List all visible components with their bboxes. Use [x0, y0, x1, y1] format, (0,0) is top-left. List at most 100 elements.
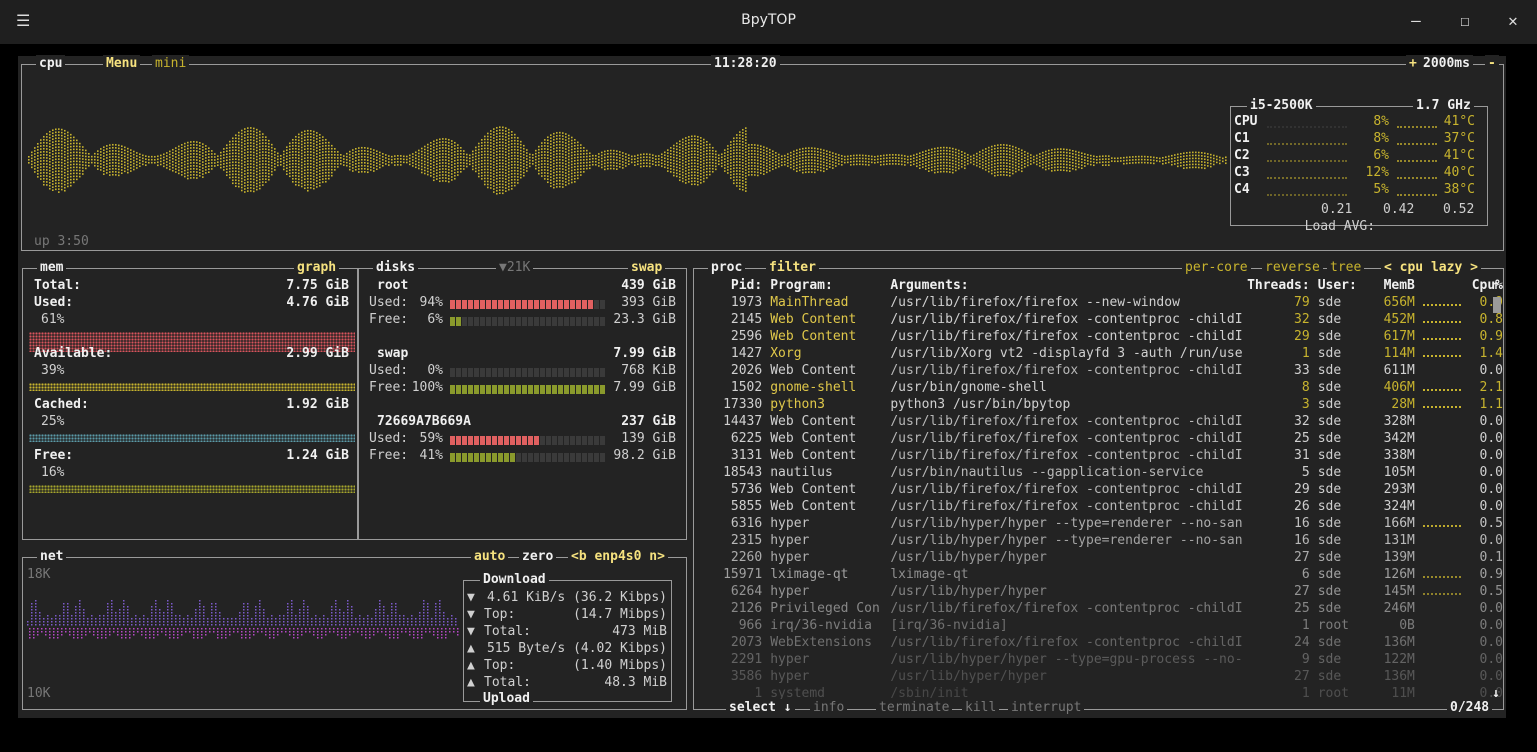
cpu-graph-dot — [61, 188, 63, 191]
cpu-graph-dot — [439, 168, 441, 171]
process-row[interactable]: 18543 nautilus/usr/bin/nautilus --gapplic… — [702, 464, 1503, 481]
process-row[interactable]: 1973 MainThread/usr/lib/firefox/firefox -… — [702, 294, 1503, 311]
cpu-graph-dot — [301, 152, 303, 155]
sort-selector[interactable]: < cpu lazy > — [1381, 259, 1481, 277]
cpu-graph-dot — [643, 165, 645, 167]
cpu-graph-dot — [745, 127, 747, 129]
process-row[interactable]: 3131 Web Content/usr/lib/firefox/firefox … — [702, 447, 1503, 464]
process-row[interactable]: 17330 python3 python3 /usr/bin/bpytop 3 sde 2… — [702, 396, 1503, 413]
cpu-graph-dot — [196, 168, 198, 170]
cpu-graph-dot — [562, 153, 564, 155]
cpu-graph-dot — [895, 163, 897, 165]
reverse-toggle[interactable]: reverse — [1262, 259, 1323, 277]
tree-toggle[interactable]: tree — [1327, 259, 1365, 277]
minimize-button[interactable]: – — [1404, 9, 1428, 33]
net-zero-toggle[interactable]: zero — [519, 548, 557, 566]
cpu-graph-dot — [1021, 167, 1023, 170]
cpu-graph-dot — [703, 150, 705, 153]
cpu-graph-dot — [46, 178, 48, 180]
swap-toggle[interactable]: swap — [628, 259, 666, 277]
process-row[interactable]: 15971 lximage-qt lximage-qt 6 sde 126M 0.9 — [702, 566, 1503, 583]
net-download-dot — [283, 624, 285, 626]
process-cpu-graph — [1415, 498, 1468, 515]
net-download-dot — [51, 621, 53, 623]
core-temp-dots — [1397, 174, 1437, 179]
cpu-graph-dot — [688, 169, 690, 171]
process-pid: 6316 — [730, 516, 763, 531]
process-row[interactable]: 5736 Web Content/usr/lib/firefox/firefox … — [702, 481, 1503, 498]
core-load-dots — [1267, 157, 1347, 162]
cpu-graph-dot — [262, 148, 264, 150]
cpu-graph-dot — [790, 151, 792, 154]
net-upload-dot — [377, 631, 379, 633]
graph-toggle[interactable]: graph — [294, 259, 340, 277]
cpu-graph-dot — [241, 168, 243, 171]
cpu-graph-dot — [232, 137, 234, 140]
process-row[interactable]: 5855 Web Content/usr/lib/firefox/firefox … — [702, 498, 1503, 515]
close-button[interactable]: ✕ — [1501, 9, 1525, 33]
cpu-graph-dot — [673, 147, 675, 150]
process-row[interactable]: 2145 Web Content/usr/lib/firefox/firefox … — [702, 311, 1503, 328]
col-program[interactable]: Program: — [770, 277, 890, 294]
interval-decrease[interactable]: - — [1485, 55, 1499, 73]
cpu-graph-dot — [880, 158, 882, 160]
cpu-graph-dot — [505, 151, 507, 153]
cpu-graph-dot — [304, 178, 306, 181]
process-row[interactable]: 6225 Web Content/usr/lib/firefox/firefox … — [702, 430, 1503, 447]
process-row[interactable]: 2026 Web Content/usr/lib/firefox/firefox … — [702, 362, 1503, 379]
col-pid[interactable]: Pid: — [702, 277, 770, 294]
cpu-graph-dot — [511, 164, 513, 166]
process-row[interactable]: 6316 hyper/usr/lib/hyper/hyper --type=ren… — [702, 515, 1503, 532]
cpu-graph-dot — [802, 159, 804, 162]
cpu-graph-dot — [298, 148, 300, 151]
cpu-graph-dot — [766, 156, 768, 159]
net-download-dot — [283, 615, 285, 617]
cpu-graph-dot — [169, 165, 171, 168]
net-download-dot — [79, 603, 81, 605]
disk-free-segment — [552, 317, 557, 326]
col-mem[interactable]: MemB — [1369, 277, 1415, 294]
cpu-graph-dot — [664, 160, 666, 163]
mem-item-value: 4.76 GiB — [286, 295, 349, 310]
cpu-graph-dot — [895, 160, 897, 162]
cpu-graph-dot — [418, 161, 420, 164]
col-threads[interactable]: Threads: — [1243, 277, 1310, 294]
net-upload-dot — [153, 637, 155, 639]
net-auto-toggle[interactable]: auto — [471, 548, 509, 566]
cpu-graph-dot — [529, 165, 531, 168]
net-interface-selector[interactable]: <b enp4s0 n> — [568, 548, 668, 566]
process-row[interactable]: 1502 gnome-shell/usr/bin/gnome-shell 8 sde 4… — [702, 379, 1503, 396]
mini-toggle[interactable]: mini — [152, 55, 190, 73]
menu-button[interactable]: Menu — [103, 55, 141, 73]
col-user[interactable]: User: — [1310, 277, 1370, 294]
col-arguments[interactable]: Arguments: — [890, 277, 1242, 294]
cpu-graph-dot — [988, 170, 990, 173]
process-row[interactable]: 2315 hyper/usr/lib/hyper/hyper --type=ren… — [702, 532, 1503, 549]
cpu-graph-dot — [562, 156, 564, 158]
net-download-dot — [67, 606, 69, 608]
cpu-graph-dot — [1009, 159, 1011, 162]
cpu-graph-dot — [1036, 154, 1038, 157]
cpu-graph-dot — [199, 142, 201, 144]
net-download-dot — [367, 624, 369, 626]
cpu-graph-dot — [40, 157, 42, 159]
interval-increase[interactable]: + — [1406, 55, 1420, 73]
process-row[interactable]: 2596 Web Content/usr/lib/firefox/firefox … — [702, 328, 1503, 345]
cpu-graph-dot — [250, 127, 252, 129]
net-download-dot — [79, 600, 81, 602]
maximize-button[interactable]: ☐ — [1453, 9, 1477, 33]
process-row[interactable]: 14437 Web Content/usr/lib/firefox/firefox… — [702, 413, 1503, 430]
process-row[interactable]: 1427 Xorg/usr/lib/Xorg vt2 -displayfd 3 -… — [702, 345, 1503, 362]
cpu-graph-dot — [490, 172, 492, 174]
process-row[interactable]: 2260 hyper/usr/lib/hyper/hyper 27 sde 139M 0.… — [702, 549, 1503, 566]
net-download-dot — [255, 609, 257, 611]
net-download-dot — [47, 621, 49, 623]
cpu-graph-dot — [289, 172, 291, 175]
cpu-graph-dot — [511, 146, 513, 148]
download-arrow-icon: ▼ — [467, 624, 475, 639]
filter-button[interactable]: filter — [766, 259, 819, 277]
cpu-graph-dot — [127, 168, 129, 171]
per-core-toggle[interactable]: per-core — [1182, 259, 1251, 277]
cpu-graph-dot — [739, 161, 741, 163]
cpu-graph-dot — [298, 160, 300, 163]
